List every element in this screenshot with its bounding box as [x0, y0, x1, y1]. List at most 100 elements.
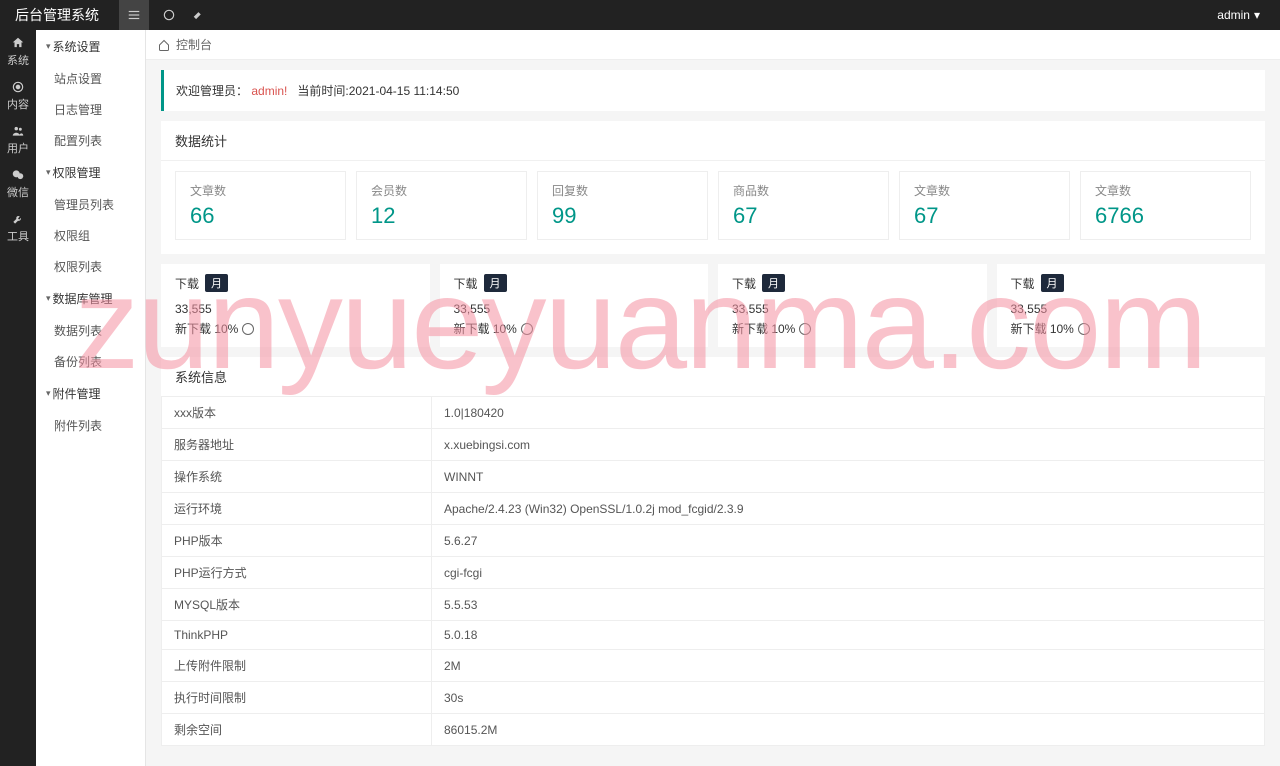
dl-rate: 新下载 10% — [1011, 320, 1252, 337]
sidebar-item[interactable]: 站点设置 — [36, 63, 145, 94]
breadcrumb: 控制台 — [146, 30, 1280, 60]
chevron-down-icon: ▾ — [1254, 8, 1260, 22]
stat-label: 商品数 — [733, 182, 874, 199]
download-card: 下载月 33,555 新下载 10% — [997, 264, 1266, 347]
sidebar-item[interactable]: 日志管理 — [36, 94, 145, 125]
dl-title: 下载 — [1011, 275, 1035, 292]
rail-label: 内容 — [7, 96, 29, 112]
table-row: 上传附件限制2M — [162, 650, 1265, 682]
sysinfo-key: 执行时间限制 — [162, 682, 432, 714]
broom-icon — [192, 8, 206, 22]
main-content: 控制台 欢迎管理员： admin! 当前时间:2021-04-15 11:14:… — [146, 30, 1280, 766]
sysinfo-key: 操作系统 — [162, 461, 432, 493]
table-row: MYSQL版本5.5.53 — [162, 589, 1265, 621]
month-badge: 月 — [205, 274, 228, 292]
dl-count: 33,555 — [454, 302, 695, 316]
sysinfo-table: xxx版本1.0|180420服务器地址x.xuebingsi.com操作系统W… — [161, 396, 1265, 746]
download-card: 下载月33,555新下载 10% — [440, 264, 709, 347]
sysinfo-value: Apache/2.4.23 (Win32) OpenSSL/1.0.2j mod… — [432, 493, 1265, 525]
sysinfo-key: 服务器地址 — [162, 429, 432, 461]
current-time: 2021-04-15 11:14:50 — [349, 84, 460, 98]
table-row: 运行环境Apache/2.4.23 (Win32) OpenSSL/1.0.2j… — [162, 493, 1265, 525]
sidebar-item[interactable]: 配置列表 — [36, 125, 145, 156]
sidebar-item[interactable]: 管理员列表 — [36, 189, 145, 220]
stat-card: 商品数67 — [718, 171, 889, 240]
stats-panel: 数据统计 文章数66会员数12回复数99商品数67文章数67文章数6766 — [161, 121, 1265, 254]
table-row: xxx版本1.0|180420 — [162, 397, 1265, 429]
sysinfo-value: 5.0.18 — [432, 621, 1265, 650]
rail-label: 系统 — [7, 52, 29, 68]
month-badge: 月 — [762, 274, 785, 292]
sysinfo-value: cgi-fcgi — [432, 557, 1265, 589]
stat-card: 文章数 66 — [175, 171, 346, 240]
sysinfo-value: 86015.2M — [432, 714, 1265, 746]
user-name: admin — [1217, 8, 1250, 22]
stat-card: 文章数6766 — [1080, 171, 1251, 240]
rail-label: 用户 — [7, 140, 29, 156]
sysinfo-value: 30s — [432, 682, 1265, 714]
dl-rate: 新下载 10% — [732, 320, 973, 337]
sidebar: 系统设置站点设置日志管理配置列表权限管理管理员列表权限组权限列表数据库管理数据列… — [36, 30, 146, 766]
dl-title: 下载 — [454, 275, 478, 292]
sysinfo-key: 剩余空间 — [162, 714, 432, 746]
sidebar-item[interactable]: 权限列表 — [36, 251, 145, 282]
sidebar-item[interactable]: 附件列表 — [36, 410, 145, 441]
sysinfo-value: WINNT — [432, 461, 1265, 493]
sysinfo-key: 上传附件限制 — [162, 650, 432, 682]
stats-title: 数据统计 — [161, 121, 1265, 161]
stat-value: 66 — [190, 203, 331, 229]
sidebar-group[interactable]: 权限管理 — [36, 156, 145, 189]
dl-count: 33,555 — [1011, 302, 1252, 316]
stat-value: 12 — [371, 203, 512, 229]
sidebar-group[interactable]: 附件管理 — [36, 377, 145, 410]
stat-label: 文章数 — [190, 182, 331, 199]
clear-cache-button[interactable] — [184, 0, 214, 30]
topbar: 后台管理系统 admin ▾ — [0, 0, 1280, 30]
sidebar-item[interactable]: 备份列表 — [36, 346, 145, 377]
table-row: ThinkPHP5.0.18 — [162, 621, 1265, 650]
rail-item-target[interactable]: 内容 — [0, 74, 36, 118]
user-menu[interactable]: admin ▾ — [1207, 8, 1270, 22]
toggle-sidebar-button[interactable] — [119, 0, 149, 30]
hamburger-icon — [127, 8, 141, 22]
rail-item-wechat[interactable]: 微信 — [0, 162, 36, 206]
stat-value: 99 — [552, 203, 693, 229]
rail-item-home[interactable]: 系统 — [0, 30, 36, 74]
sysinfo-value: x.xuebingsi.com — [432, 429, 1265, 461]
welcome-message: 欢迎管理员： admin! 当前时间:2021-04-15 11:14:50 — [161, 70, 1265, 111]
breadcrumb-label: 控制台 — [176, 36, 212, 53]
sysinfo-key: xxx版本 — [162, 397, 432, 429]
rail-label: 工具 — [7, 228, 29, 244]
sysinfo-key: PHP运行方式 — [162, 557, 432, 589]
dl-title: 下载 — [732, 275, 756, 292]
home-icon — [158, 39, 170, 51]
stat-value: 67 — [914, 203, 1055, 229]
rail-item-wrench[interactable]: 工具 — [0, 206, 36, 250]
sidebar-item[interactable]: 数据列表 — [36, 315, 145, 346]
sysinfo-value: 1.0|180420 — [432, 397, 1265, 429]
table-row: 操作系统WINNT — [162, 461, 1265, 493]
sysinfo-value: 5.5.53 — [432, 589, 1265, 621]
admin-name: admin! — [251, 84, 287, 98]
refresh-button[interactable] — [154, 0, 184, 30]
sidebar-group[interactable]: 数据库管理 — [36, 282, 145, 315]
dl-count: 33,555 — [732, 302, 973, 316]
stat-value: 6766 — [1095, 203, 1236, 229]
sysinfo-panel: 系统信息 xxx版本1.0|180420服务器地址x.xuebingsi.com… — [161, 357, 1265, 746]
dl-count: 33,555 — [175, 302, 416, 316]
table-row: 服务器地址x.xuebingsi.com — [162, 429, 1265, 461]
sysinfo-value: 2M — [432, 650, 1265, 682]
face-icon — [521, 323, 533, 335]
stat-card: 回复数99 — [537, 171, 708, 240]
sysinfo-value: 5.6.27 — [432, 525, 1265, 557]
month-badge: 月 — [1041, 274, 1064, 292]
dl-rate: 新下载 10% — [454, 320, 695, 337]
download-card: 下载月 33,555 新下载 10% — [718, 264, 987, 347]
sysinfo-key: PHP版本 — [162, 525, 432, 557]
nav-rail: 系统内容用户微信工具 — [0, 30, 36, 766]
brand: 后台管理系统 — [10, 5, 114, 25]
rail-item-users[interactable]: 用户 — [0, 118, 36, 162]
sidebar-item[interactable]: 权限组 — [36, 220, 145, 251]
sidebar-group[interactable]: 系统设置 — [36, 30, 145, 63]
download-card: 下载月33,555新下载 10% — [161, 264, 430, 347]
